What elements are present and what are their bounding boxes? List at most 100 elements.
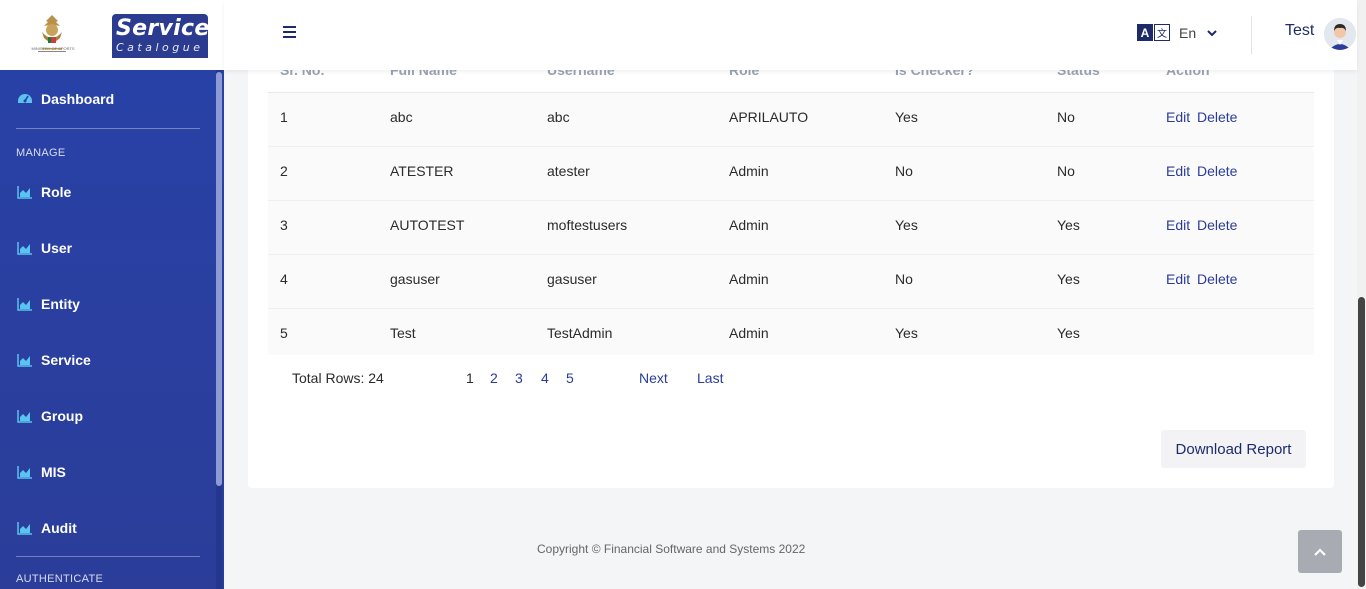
cell-role: Admin bbox=[729, 217, 769, 233]
users-table-card: Sr. No. Full Name Username Role Is Check… bbox=[248, 40, 1334, 488]
cell-username: abc bbox=[547, 109, 570, 125]
table-row: 5 Test TestAdmin Admin Yes Yes bbox=[268, 309, 1314, 355]
cell-is-checker: Yes bbox=[895, 217, 918, 233]
cell-status: No bbox=[1057, 109, 1075, 125]
sidebar-item-entity[interactable]: Entity bbox=[0, 276, 216, 332]
cell-full-name: AUTOTEST bbox=[390, 217, 465, 233]
table-row: 1 abc abc APRILAUTO Yes No Edit Delete bbox=[268, 93, 1314, 147]
cell-username: TestAdmin bbox=[547, 325, 613, 341]
pagination: Total Rows: 24 1 2 3 4 5 Next Last bbox=[292, 370, 792, 390]
cell-username: moftestusers bbox=[547, 217, 628, 233]
sidebar-item-label: Audit bbox=[41, 520, 77, 536]
edit-link[interactable]: Edit bbox=[1166, 163, 1190, 179]
delete-link[interactable]: Delete bbox=[1197, 163, 1237, 179]
cell-status: No bbox=[1057, 163, 1075, 179]
page-1-link[interactable]: 1 bbox=[466, 370, 474, 386]
cell-is-checker: Yes bbox=[895, 325, 918, 341]
top-header: A 文 En Test bbox=[224, 0, 1357, 70]
cell-status: Yes bbox=[1057, 217, 1080, 233]
scroll-to-top-button[interactable] bbox=[1298, 530, 1342, 573]
sidebar-nav: Dashboard MANAGE Role User Entity Servic… bbox=[0, 70, 216, 585]
download-report-button[interactable]: Download Report bbox=[1161, 430, 1306, 468]
total-rows: Total Rows: 24 bbox=[292, 370, 384, 386]
delete-link[interactable]: Delete bbox=[1197, 109, 1237, 125]
chart-icon bbox=[17, 354, 32, 367]
cell-status: Yes bbox=[1057, 271, 1080, 287]
cell-sr-no: 5 bbox=[280, 325, 288, 341]
edit-link[interactable]: Edit bbox=[1166, 271, 1190, 287]
page-scrollbar-thumb[interactable] bbox=[1358, 297, 1365, 587]
sidebar-item-label: Entity bbox=[41, 296, 80, 312]
chart-icon bbox=[17, 522, 32, 535]
next-page-link[interactable]: Next bbox=[639, 370, 668, 386]
sidebar-item-label: Role bbox=[41, 184, 72, 200]
delete-link[interactable]: Delete bbox=[1197, 271, 1237, 287]
edit-link[interactable]: Edit bbox=[1166, 109, 1190, 125]
sidebar-item-mis[interactable]: MIS bbox=[0, 444, 216, 500]
emblem-caption: MINISTRY OF SPORTS bbox=[31, 46, 75, 51]
cell-full-name: abc bbox=[390, 109, 413, 125]
table-row: 3 AUTOTEST moftestusers Admin Yes Yes Ed… bbox=[268, 201, 1314, 255]
table-row: 4 gasuser gasuser Admin No Yes Edit Dele… bbox=[268, 255, 1314, 309]
page-5-link[interactable]: 5 bbox=[566, 370, 574, 386]
cell-role: Admin bbox=[729, 325, 769, 341]
cell-username: gasuser bbox=[547, 271, 597, 287]
sidebar-item-service[interactable]: Service bbox=[0, 332, 216, 388]
sidebar-item-label: MIS bbox=[41, 464, 66, 480]
menu-toggle-icon[interactable] bbox=[283, 26, 297, 40]
chart-icon bbox=[17, 186, 32, 199]
language-selector[interactable]: A 文 En bbox=[1137, 24, 1218, 42]
sidebar-item-user[interactable]: User bbox=[0, 220, 216, 276]
page-2-link[interactable]: 2 bbox=[490, 370, 498, 386]
cell-sr-no: 1 bbox=[280, 109, 288, 125]
cell-is-checker: No bbox=[895, 271, 913, 287]
chart-icon bbox=[17, 242, 32, 255]
service-catalogue-logo: Service Catalogue bbox=[112, 14, 210, 58]
sidebar-section-manage: MANAGE bbox=[16, 147, 66, 159]
cell-sr-no: 4 bbox=[280, 271, 288, 287]
brand-title-bottom: Catalogue bbox=[116, 41, 204, 54]
chart-icon bbox=[17, 466, 32, 479]
users-table: Sr. No. Full Name Username Role Is Check… bbox=[268, 40, 1314, 355]
sidebar-item-label: Group bbox=[41, 408, 83, 424]
sidebar-item-audit[interactable]: Audit bbox=[0, 500, 216, 556]
cell-full-name: ATESTER bbox=[390, 163, 454, 179]
chart-icon bbox=[17, 298, 32, 311]
copyright: Copyright © Financial Software and Syste… bbox=[537, 542, 806, 556]
sidebar-item-label: User bbox=[41, 240, 73, 256]
sidebar-item-label: Dashboard bbox=[41, 91, 115, 107]
cell-sr-no: 2 bbox=[280, 163, 288, 179]
dashboard-icon bbox=[18, 94, 32, 103]
chevron-down-icon bbox=[1207, 30, 1217, 37]
sidebar-scrollbar[interactable] bbox=[216, 70, 222, 589]
page-scrollbar[interactable] bbox=[1357, 0, 1366, 589]
last-page-link[interactable]: Last bbox=[697, 370, 723, 386]
cell-full-name: Test bbox=[390, 325, 416, 341]
sidebar-logo[interactable]: MINISTRY OF SPORTS Service Catalogue bbox=[0, 0, 224, 70]
cell-role: Admin bbox=[729, 271, 769, 287]
cell-is-checker: No bbox=[895, 163, 913, 179]
sidebar-item-dashboard[interactable]: Dashboard bbox=[0, 70, 216, 128]
chevron-up-icon bbox=[1314, 547, 1326, 556]
brand-title-top: Service bbox=[116, 16, 210, 41]
delete-link[interactable]: Delete bbox=[1197, 217, 1237, 233]
sidebar-item-group[interactable]: Group bbox=[0, 388, 216, 444]
sidebar-item-role[interactable]: Role bbox=[0, 164, 216, 220]
user-avatar-icon bbox=[1324, 18, 1356, 50]
language-label: En bbox=[1179, 25, 1197, 41]
translate-icon: A 文 bbox=[1137, 24, 1170, 42]
page-4-link[interactable]: 4 bbox=[541, 370, 549, 386]
sidebar-item-label: Service bbox=[41, 352, 91, 368]
cell-is-checker: Yes bbox=[895, 109, 918, 125]
cell-status: Yes bbox=[1057, 325, 1080, 341]
edit-link[interactable]: Edit bbox=[1166, 217, 1190, 233]
sidebar-scrollbar-thumb[interactable] bbox=[216, 72, 222, 486]
sidebar: MINISTRY OF SPORTS Service Catalogue Das… bbox=[0, 0, 224, 589]
user-name[interactable]: Test bbox=[1285, 22, 1314, 40]
page-3-link[interactable]: 3 bbox=[515, 370, 523, 386]
cell-role: APRILAUTO bbox=[729, 109, 809, 125]
avatar[interactable] bbox=[1324, 18, 1356, 50]
cell-username: atester bbox=[547, 163, 590, 179]
header-divider bbox=[1251, 16, 1252, 54]
chart-icon bbox=[17, 410, 32, 423]
